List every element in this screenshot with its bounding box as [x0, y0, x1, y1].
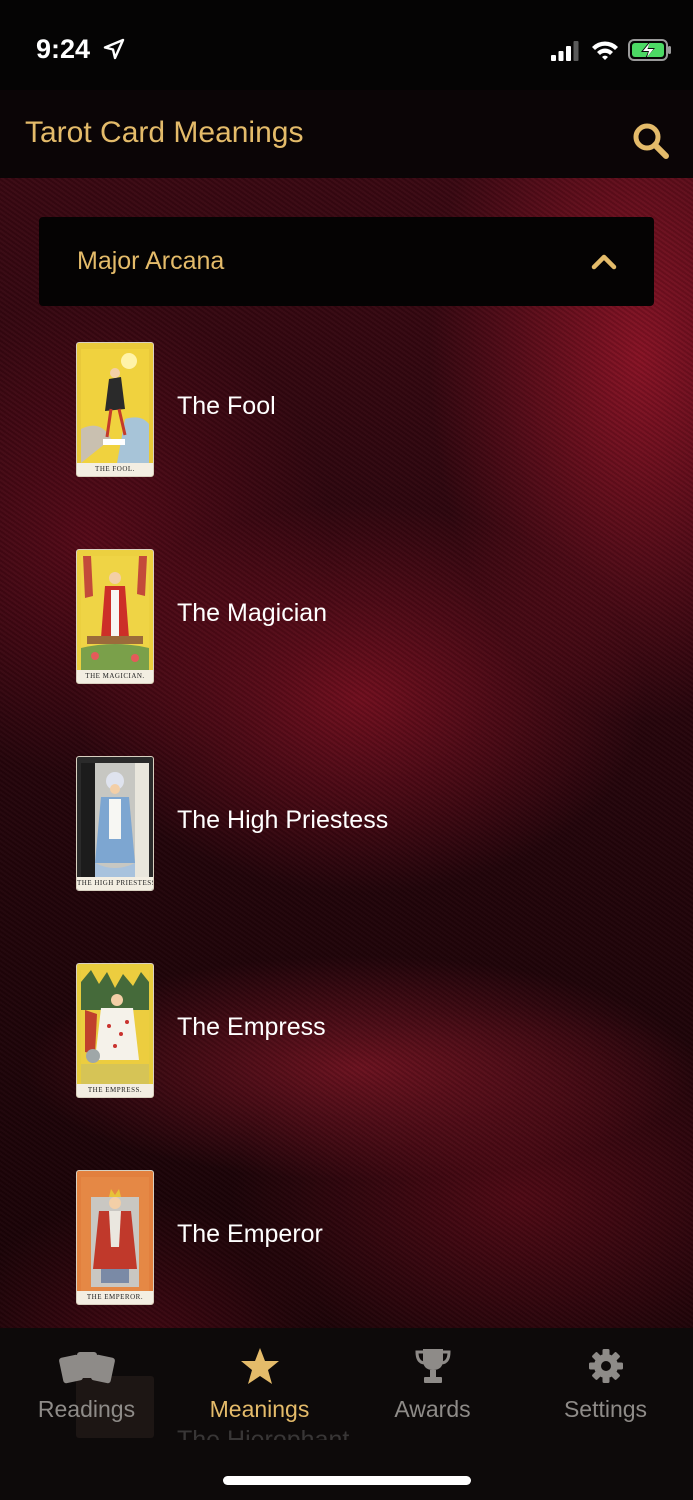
card-thumbnail-the-magician: THE MAGICIAN.: [76, 549, 154, 684]
card-caption: THE EMPRESS.: [77, 1084, 153, 1097]
app-header: Tarot Card Meanings: [0, 90, 693, 178]
card-thumbnail-the-fool: THE FOOL.: [76, 342, 154, 477]
card-thumbnail-the-emperor: THE EMPEROR.: [76, 1170, 154, 1305]
card-caption: THE HIGH PRIESTESS: [77, 877, 153, 890]
section-title: Major Arcana: [77, 247, 225, 275]
card-thumbnail-the-empress: THE EMPRESS.: [76, 963, 154, 1098]
tab-label: Meanings: [209, 1396, 310, 1422]
trophy-icon: [414, 1349, 451, 1383]
magician-card-art: [81, 556, 149, 670]
cellular-signal-icon: [551, 41, 579, 61]
high-priestess-card-art: [81, 763, 149, 877]
card-name: The High Priestess: [177, 806, 389, 834]
card-thumbnail-the-high-priestess: THE HIGH PRIESTESS: [76, 756, 154, 891]
star-icon: [240, 1348, 279, 1384]
card-caption: THE MAGICIAN.: [77, 670, 153, 683]
empress-card-art: [81, 970, 149, 1084]
status-bar: 9:24: [0, 0, 693, 90]
card-name: The Empress: [177, 1013, 326, 1041]
tab-label: Awards: [394, 1396, 471, 1422]
emperor-card-art: [81, 1177, 149, 1291]
tab-settings[interactable]: Settings: [519, 1328, 692, 1448]
tab-label: Settings: [563, 1396, 648, 1422]
card-item-the-fool[interactable]: THE FOOL. The Fool: [76, 342, 636, 478]
tab-label: Readings: [37, 1396, 136, 1422]
chevron-up-icon: [591, 254, 617, 270]
major-arcana-section-header[interactable]: Major Arcana: [39, 217, 654, 306]
card-item-the-emperor[interactable]: THE EMPEROR. The Emperor: [76, 1170, 636, 1306]
battery-charging-icon: [628, 39, 671, 61]
card-item-the-high-priestess[interactable]: THE HIGH PRIESTESS The High Priestess: [76, 756, 636, 892]
fool-card-art: [81, 349, 149, 463]
card-name: The Fool: [177, 392, 276, 420]
tab-meanings[interactable]: Meanings: [173, 1328, 346, 1448]
home-indicator[interactable]: [223, 1476, 471, 1485]
gear-icon: [588, 1349, 623, 1383]
location-arrow-icon: [103, 38, 125, 60]
card-item-the-empress[interactable]: THE EMPRESS. The Empress: [76, 963, 636, 1099]
search-icon[interactable]: [630, 120, 672, 162]
card-caption: THE FOOL.: [77, 463, 153, 476]
card-item-the-magician[interactable]: THE MAGICIAN. The Magician: [76, 549, 636, 685]
tab-readings[interactable]: Readings: [0, 1328, 173, 1448]
tab-awards[interactable]: Awards: [346, 1328, 519, 1448]
wifi-icon: [592, 41, 618, 60]
status-time: 9:24: [36, 34, 91, 64]
card-name: The Emperor: [177, 1220, 323, 1248]
page-title: Tarot Card Meanings: [25, 116, 304, 149]
card-caption: THE EMPEROR.: [77, 1291, 153, 1304]
cards-icon: [58, 1352, 115, 1384]
card-name: The Magician: [177, 599, 328, 627]
